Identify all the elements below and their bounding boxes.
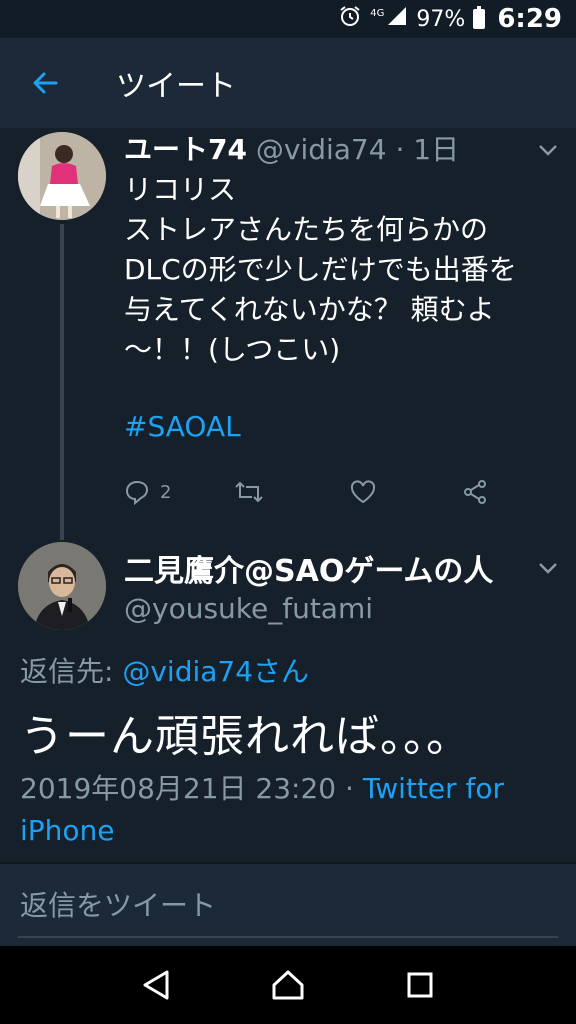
retweet-icon [235, 481, 263, 503]
share-button[interactable] [462, 479, 488, 505]
reply-button[interactable]: 2 [124, 479, 171, 505]
input-underline [18, 936, 558, 938]
arrow-left-icon [33, 72, 58, 94]
chevron-down-icon[interactable] [538, 556, 558, 581]
reply-target-link[interactable]: @vidia74さん [122, 655, 309, 688]
reply-icon [125, 480, 149, 505]
separator-dot: · [336, 772, 363, 805]
avatar[interactable] [18, 542, 106, 630]
tweet-text: うーん頑張れれば。。。 [20, 711, 471, 762]
home-icon [272, 970, 304, 1000]
back-button[interactable] [0, 38, 90, 128]
reply-composer[interactable]: 返信をツイート [0, 864, 576, 946]
battery-icon [473, 6, 486, 29]
like-button[interactable] [350, 480, 376, 504]
avatar[interactable] [18, 132, 106, 220]
system-nav-bar [0, 946, 576, 1024]
nav-home-button[interactable] [258, 955, 318, 1015]
author-name[interactable]: 二見鷹介@SAOゲームの人 [124, 546, 493, 590]
reply-context: 返信先: @vidia74さん [20, 650, 309, 690]
battery-percent: 97% [416, 6, 466, 32]
square-recents-icon [407, 972, 433, 998]
triangle-back-icon [143, 970, 169, 1000]
hashtag-link[interactable]: #SAOAL [124, 410, 241, 443]
signal-icon [386, 5, 408, 33]
tweet-actions: 2 [124, 474, 504, 510]
author-name[interactable]: ユート74 [124, 133, 247, 166]
heart-icon [350, 480, 376, 504]
alarm-icon [338, 4, 362, 34]
retweet-button[interactable] [234, 479, 264, 505]
tweet-text: リコリス ストレアさんたちを何らかの DLCの形で少しだけでも出番を 与えてくれ… [124, 173, 517, 366]
chevron-down-icon[interactable] [538, 138, 558, 163]
separator-dot: · [386, 133, 414, 166]
author-handle[interactable]: @vidia74 [256, 133, 387, 166]
author-handle[interactable]: @yousuke_futami [124, 592, 373, 625]
tweet-date: 2019年08月21日 23:20 [20, 772, 337, 805]
clock: 6:29 [497, 4, 562, 34]
nav-back-button[interactable] [126, 955, 186, 1015]
reply-count: 2 [160, 481, 172, 503]
network-type: 4G [370, 7, 385, 19]
tweet-time: 1日 [413, 133, 460, 166]
reply-input[interactable]: 返信をツイート [20, 884, 216, 924]
thread-line [60, 224, 64, 540]
status-bar: 4G 97% 6:29 [0, 0, 576, 38]
nav-recents-button[interactable] [390, 955, 450, 1015]
reply-label: 返信先: [20, 655, 123, 688]
tweet-header: ユート74 @vidia74 · 1日 [124, 128, 459, 168]
share-icon [464, 480, 486, 504]
app-bar: ツイート [0, 38, 576, 128]
tweet-meta: 2019年08月21日 23:20 · Twitter for iPhone [20, 768, 560, 852]
page-title: ツイート [116, 69, 236, 104]
